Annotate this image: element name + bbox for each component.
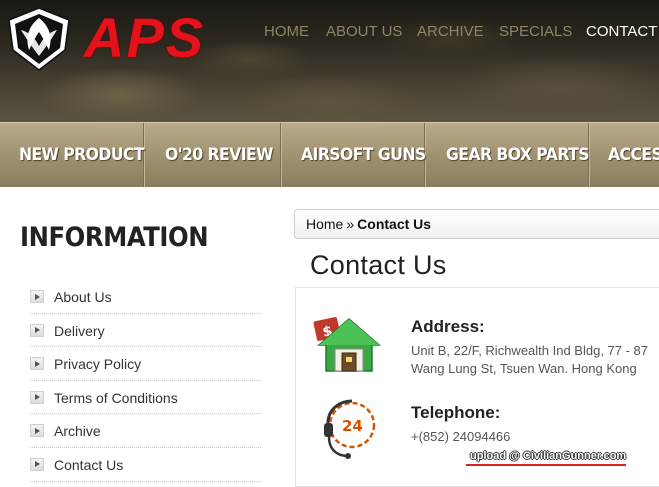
sidebar-item-contact-us[interactable]: Contact Us: [30, 448, 261, 482]
sidebar-menu: About Us Delivery Privacy Policy Terms o…: [30, 280, 261, 482]
sidebar-item-label[interactable]: Privacy Policy: [54, 356, 141, 372]
site-header: APS HOME ABOUT US ARCHIVE SPECIALS CONTA…: [0, 0, 659, 122]
nav-archive[interactable]: ARCHIVE: [417, 23, 484, 41]
sidebar-item-label[interactable]: Contact Us: [54, 457, 123, 473]
telephone-number[interactable]: +(852) 24094466: [411, 429, 510, 444]
page-title: Contact Us: [310, 250, 447, 280]
arrow-right-icon: [30, 357, 44, 371]
arrow-right-icon: [30, 323, 44, 337]
arrow-right-icon: [30, 424, 44, 438]
phone-24-icon: 24: [324, 399, 376, 459]
sidebar-item-label[interactable]: Terms of Conditions: [54, 390, 178, 406]
arrow-right-icon: [30, 457, 44, 471]
category-bar: NEW PRODUCT O'20 REVIEW AIRSOFT GUNS GEA…: [0, 122, 659, 187]
category-gear-box-parts[interactable]: GEAR BOX PARTS: [446, 123, 590, 187]
sidebar-item-delivery[interactable]: Delivery: [30, 314, 261, 348]
top-nav: HOME ABOUT US ARCHIVE SPECIALS CONTACT U: [0, 23, 659, 43]
watermark-underline: [466, 464, 626, 466]
nav-home[interactable]: HOME: [264, 23, 309, 41]
phone-24-label: 24: [342, 417, 363, 435]
category-o20-review[interactable]: O'20 REVIEW: [165, 123, 273, 187]
sidebar-item-privacy-policy[interactable]: Privacy Policy: [30, 347, 261, 381]
sidebar-item-label[interactable]: Archive: [54, 423, 101, 439]
breadcrumb: Home» Contact Us: [294, 209, 659, 239]
nav-about-us[interactable]: ABOUT US: [326, 23, 402, 41]
category-divider: [280, 123, 282, 187]
arrow-right-icon: [30, 390, 44, 404]
sidebar-item-label[interactable]: Delivery: [54, 323, 105, 339]
upload-watermark: upload @ CivilianGunner.com: [470, 450, 627, 462]
telephone-title: Telephone:: [411, 403, 501, 422]
breadcrumb-current: Contact Us: [357, 216, 432, 232]
category-airsoft-guns[interactable]: AIRSOFT GUNS: [301, 123, 426, 187]
arrow-right-icon: [30, 290, 44, 303]
address-line-1: Unit B, 22/F, Richwealth Ind Bldg, 77 - …: [411, 343, 649, 358]
category-accessories[interactable]: ACCESS: [608, 123, 659, 187]
house-icon: $: [313, 317, 382, 372]
category-new-product[interactable]: NEW PRODUCT: [19, 123, 145, 187]
nav-specials[interactable]: SPECIALS: [499, 23, 572, 41]
sidebar-item-archive[interactable]: Archive: [30, 414, 261, 448]
address-line-2: Wang Lung St, Tsuen Wan. Hong Kong: [411, 361, 637, 376]
address-title: Address:: [411, 317, 485, 336]
breadcrumb-home-link[interactable]: Home: [306, 216, 343, 232]
sidebar-heading: INFORMATION: [20, 222, 209, 253]
sidebar-item-label[interactable]: About Us: [54, 289, 112, 305]
sidebar-item-about-us[interactable]: About Us: [30, 280, 261, 314]
nav-contact-us[interactable]: CONTACT U: [586, 23, 659, 41]
sidebar-item-terms-of-conditions[interactable]: Terms of Conditions: [30, 381, 261, 415]
breadcrumb-separator: »: [346, 216, 355, 232]
